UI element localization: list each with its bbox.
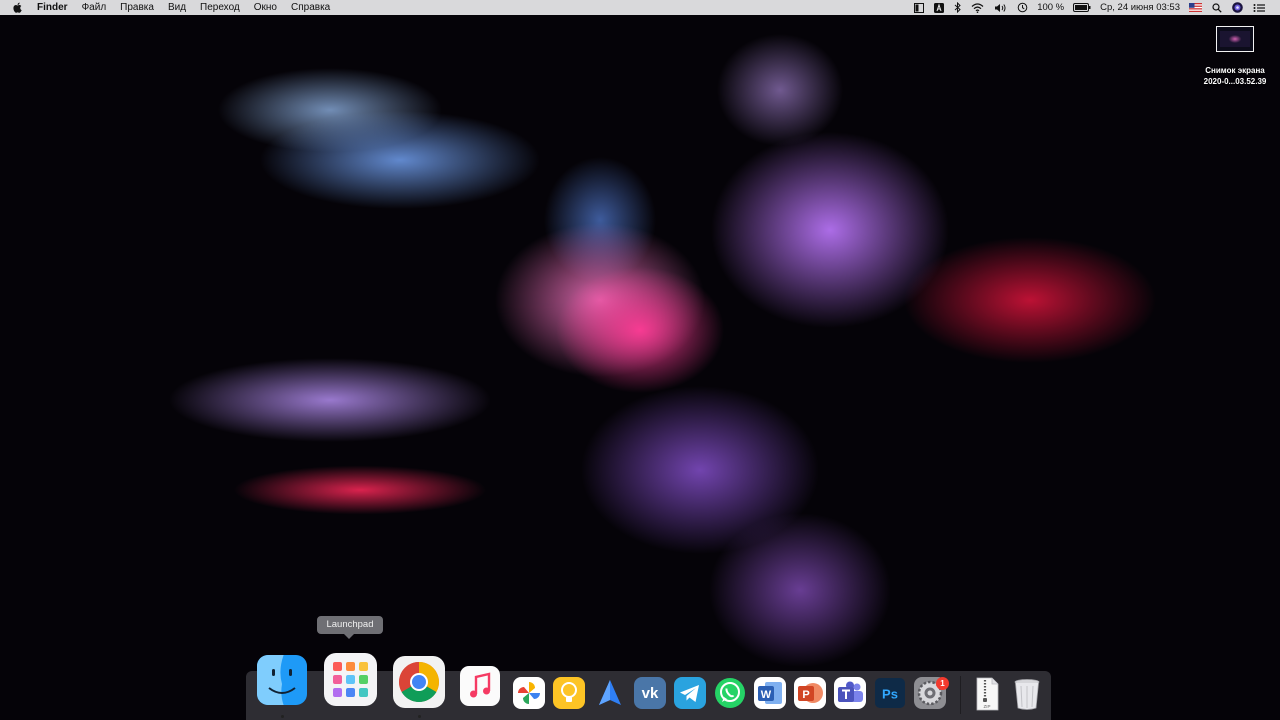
notification-badge: 1 bbox=[936, 677, 949, 690]
menu-view[interactable]: Вид bbox=[161, 0, 193, 15]
dock-app-finder[interactable] bbox=[256, 654, 308, 706]
dock-app-chrome[interactable] bbox=[392, 655, 446, 709]
lightbulb-icon bbox=[553, 677, 585, 709]
dock-app-trash[interactable] bbox=[1010, 676, 1044, 712]
dock-app-photoshop[interactable]: Ps bbox=[873, 676, 907, 710]
music-icon bbox=[460, 666, 500, 706]
menu-bar: Finder Файл Правка Вид Переход Окно Спра… bbox=[0, 0, 1280, 15]
trash-icon bbox=[1014, 679, 1040, 710]
word-icon: W bbox=[754, 677, 786, 709]
finder-icon bbox=[257, 655, 307, 705]
vk-letters: vk bbox=[642, 685, 659, 702]
menu-file[interactable]: Файл bbox=[75, 0, 114, 15]
dock-app-archive[interactable]: ZIP bbox=[970, 676, 1004, 712]
menu-window[interactable]: Окно bbox=[247, 0, 284, 15]
zip-file-icon: ZIP bbox=[976, 677, 999, 711]
volume-icon[interactable] bbox=[994, 0, 1007, 15]
whatsapp-icon bbox=[715, 678, 745, 708]
dock-app-music[interactable] bbox=[459, 665, 501, 707]
menu-bar-status: 100 % Ср, 24 июня 03:53 bbox=[909, 0, 1280, 15]
file-name-line1: Снимок экрана bbox=[1205, 66, 1265, 75]
dock-app-whatsapp[interactable] bbox=[713, 676, 747, 710]
telegram-icon bbox=[674, 677, 706, 709]
dock-app-tips[interactable] bbox=[552, 676, 586, 710]
launchpad-icon bbox=[324, 653, 377, 706]
screenshot-thumbnail-icon bbox=[1216, 26, 1254, 52]
battery-icon[interactable] bbox=[1073, 0, 1091, 15]
desktop-file-screenshot[interactable]: Снимок экрана 2020-0...03.52.39 bbox=[1190, 26, 1280, 87]
photoshop-icon: Ps bbox=[875, 678, 905, 708]
user-avatar-icon[interactable] bbox=[1232, 0, 1243, 15]
dock-app-vk[interactable]: vk bbox=[633, 676, 667, 710]
powerpoint-letter: P bbox=[802, 689, 809, 701]
desktop-wallpaper bbox=[0, 0, 1280, 720]
word-letter: W bbox=[761, 689, 772, 701]
dock-app-photos[interactable] bbox=[512, 676, 546, 710]
menu-app-finder[interactable]: Finder bbox=[34, 0, 75, 15]
photoshop-letters: Ps bbox=[882, 687, 898, 702]
menu-edit[interactable]: Правка bbox=[113, 0, 161, 15]
time-machine-icon[interactable] bbox=[1017, 0, 1028, 15]
dock-app-telegram[interactable] bbox=[673, 676, 707, 710]
apple-logo-icon[interactable] bbox=[11, 0, 25, 15]
chrome-running-indicator bbox=[418, 715, 421, 718]
finder-running-indicator bbox=[281, 715, 284, 718]
dock-app-launchpad[interactable] bbox=[323, 652, 378, 707]
wifi-icon[interactable] bbox=[971, 0, 984, 15]
teams-icon bbox=[834, 677, 866, 709]
powerpoint-icon: P bbox=[794, 677, 826, 709]
menu-clock[interactable]: Ср, 24 июня 03:53 bbox=[1100, 2, 1180, 13]
dock-app-navigator[interactable] bbox=[593, 676, 627, 710]
zip-label: ZIP bbox=[983, 704, 990, 709]
us-flag-icon[interactable] bbox=[1189, 0, 1202, 15]
chrome-icon bbox=[393, 656, 445, 708]
dock-app-powerpoint[interactable]: P bbox=[793, 676, 827, 710]
keyboard-layout-icon[interactable] bbox=[934, 0, 945, 15]
battery-percent[interactable]: 100 % bbox=[1037, 2, 1064, 13]
menu-bar-left: Finder Файл Правка Вид Переход Окно Спра… bbox=[0, 0, 337, 15]
bluetooth-icon[interactable] bbox=[954, 0, 961, 15]
arrow-icon bbox=[599, 680, 621, 705]
notification-center-icon[interactable] bbox=[1253, 0, 1265, 15]
dock-separator bbox=[960, 676, 961, 714]
photos-icon bbox=[513, 677, 545, 709]
vk-icon: vk bbox=[634, 677, 666, 709]
menu-go[interactable]: Переход bbox=[193, 0, 247, 15]
dock-tooltip: Launchpad bbox=[317, 616, 383, 639]
dock-app-teams[interactable] bbox=[833, 676, 867, 710]
window-tiling-icon[interactable] bbox=[914, 0, 925, 15]
dock-app-word[interactable]: W bbox=[753, 676, 787, 710]
search-icon[interactable] bbox=[1212, 0, 1222, 15]
file-name-line2: 2020-0...03.52.39 bbox=[1203, 77, 1267, 86]
menu-help[interactable]: Справка bbox=[284, 0, 337, 15]
